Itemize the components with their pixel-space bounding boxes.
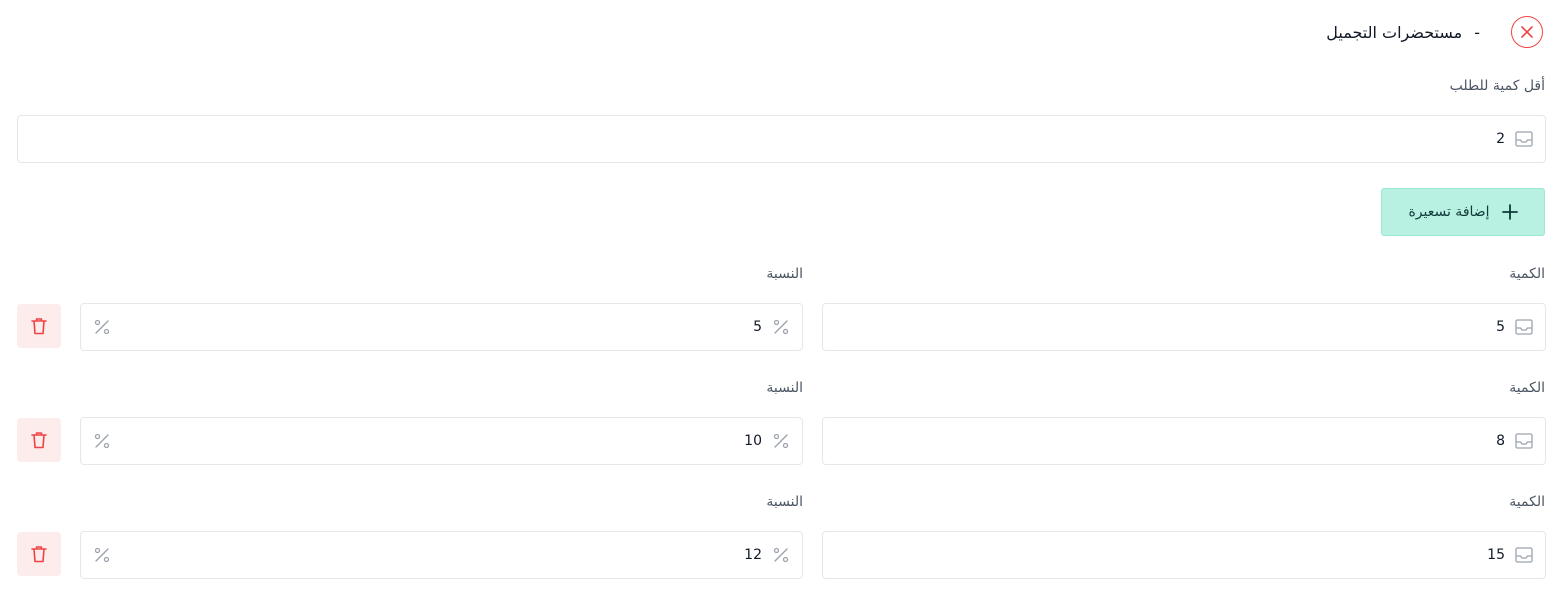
plus-icon <box>1501 204 1518 220</box>
percent-icon <box>773 319 789 335</box>
percent-label: النسبة <box>766 494 803 510</box>
title-separator: - <box>1474 22 1480 42</box>
percent-icon <box>773 547 789 563</box>
quantity-value: 5 <box>1496 319 1505 335</box>
quantity-value: 8 <box>1496 433 1505 449</box>
percent-value: 12 <box>744 547 762 563</box>
min-order-field[interactable]: 2 <box>17 115 1546 163</box>
percent-label: النسبة <box>766 266 803 282</box>
percent-label: النسبة <box>766 380 803 396</box>
percent-icon <box>94 319 110 335</box>
inbox-icon <box>1515 433 1533 449</box>
min-order-label: أقل كمية للطلب <box>1449 78 1545 94</box>
inbox-icon <box>1515 319 1533 335</box>
quantity-label: الكمية <box>1509 494 1545 510</box>
percent-field[interactable]: 10 <box>80 417 803 465</box>
delete-tier-button[interactable] <box>17 532 61 576</box>
inbox-icon <box>1515 131 1533 147</box>
trash-icon <box>31 546 47 563</box>
percent-value: 10 <box>744 433 762 449</box>
page-header: - مستحضرات التجميل <box>1326 22 1480 42</box>
percent-field[interactable]: 12 <box>80 531 803 579</box>
delete-tier-button[interactable] <box>17 304 61 348</box>
trash-icon <box>31 432 47 449</box>
add-pricing-button[interactable]: إضافة تسعيرة <box>1381 188 1545 236</box>
inbox-icon <box>1515 547 1533 563</box>
min-order-value: 2 <box>1496 131 1505 147</box>
quantity-field[interactable]: 5 <box>822 303 1546 351</box>
quantity-field[interactable]: 15 <box>822 531 1546 579</box>
quantity-value: 15 <box>1487 547 1505 563</box>
percent-icon <box>773 433 789 449</box>
percent-icon <box>94 433 110 449</box>
quantity-label: الكمية <box>1509 266 1545 282</box>
close-button[interactable] <box>1511 16 1543 48</box>
delete-tier-button[interactable] <box>17 418 61 462</box>
add-pricing-label: إضافة تسعيرة <box>1408 204 1490 220</box>
quantity-label: الكمية <box>1509 380 1545 396</box>
trash-icon <box>31 318 47 335</box>
close-icon <box>1521 26 1533 38</box>
quantity-field[interactable]: 8 <box>822 417 1546 465</box>
percent-field[interactable]: 5 <box>80 303 803 351</box>
percent-icon <box>94 547 110 563</box>
page-title: مستحضرات التجميل <box>1326 22 1463 42</box>
percent-value: 5 <box>753 319 762 335</box>
